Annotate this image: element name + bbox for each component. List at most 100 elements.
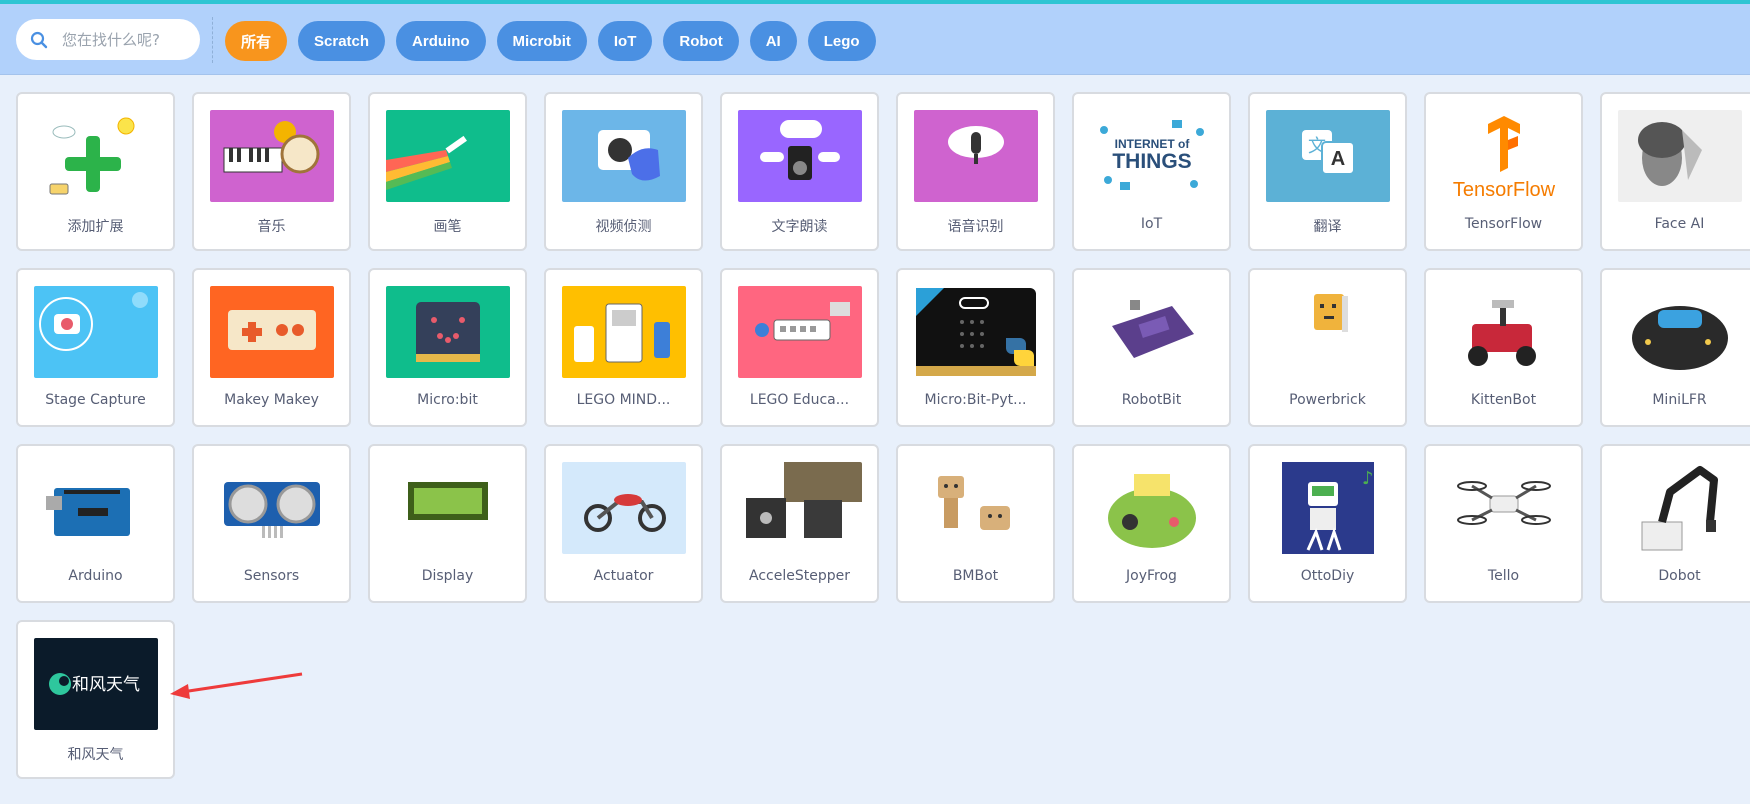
tag-robot[interactable]: Robot xyxy=(663,21,739,61)
svg-text:THINGS: THINGS xyxy=(1112,150,1191,173)
extension-label: Dobot xyxy=(1658,568,1701,584)
extension-label: 语音识别 xyxy=(947,219,1004,235)
kittenbot-icon xyxy=(1442,286,1566,378)
minilfr-icon xyxy=(1618,286,1742,378)
extension-label: 添加扩展 xyxy=(67,219,124,235)
extension-label: LEGO MIND... xyxy=(576,392,671,408)
tag-scratch[interactable]: Scratch xyxy=(298,21,386,61)
extension-label: Actuator xyxy=(593,568,654,584)
extension-label: Display xyxy=(421,568,474,584)
extension-label: Tello xyxy=(1487,568,1520,584)
extension-card[interactable]: LEGO MIND... xyxy=(544,268,703,427)
extension-label: KittenBot xyxy=(1470,392,1537,408)
svg-text:A: A xyxy=(1331,148,1345,170)
extension-card[interactable]: MiniLFR xyxy=(1600,268,1750,427)
extension-card[interactable]: Tello xyxy=(1424,444,1583,603)
extension-card[interactable]: 语音识别 xyxy=(896,92,1055,251)
extension-card[interactable]: Micro:bit xyxy=(368,268,527,427)
internet-of-things-icon: INTERNET of THINGS xyxy=(1090,110,1214,202)
speech-recognition-icon xyxy=(914,110,1038,202)
svg-text:♪: ♪ xyxy=(1362,468,1374,489)
tag-microbit[interactable]: Microbit xyxy=(496,21,587,61)
extension-label: RobotBit xyxy=(1121,392,1182,408)
drone-icon xyxy=(1442,462,1566,554)
arduino-board-icon xyxy=(34,462,158,554)
extension-card[interactable]: 音乐 xyxy=(192,92,351,251)
search-input[interactable] xyxy=(62,30,182,49)
extension-label: IoT xyxy=(1140,216,1163,232)
extension-card[interactable]: Actuator xyxy=(544,444,703,603)
extension-card[interactable]: TensorFlow TensorFlow xyxy=(1424,92,1583,251)
tag-all[interactable]: 所有 xyxy=(225,21,288,61)
extension-card[interactable]: JoyFrog xyxy=(1072,444,1231,603)
category-tags: 所有 Scratch Arduino Microbit IoT Robot AI… xyxy=(225,21,876,61)
extension-card[interactable]: Face AI xyxy=(1600,92,1750,251)
extension-card[interactable]: RobotBit xyxy=(1072,268,1231,427)
extension-card[interactable]: Display xyxy=(368,444,527,603)
extension-card[interactable]: 文字朗读 xyxy=(720,92,879,251)
extension-label: Powerbrick xyxy=(1289,392,1366,408)
extension-card[interactable]: Arduino xyxy=(16,444,175,603)
extension-card[interactable]: AcceleStepper xyxy=(720,444,879,603)
extension-label: Face AI xyxy=(1654,216,1705,232)
translate-icon: 文 A xyxy=(1266,110,1390,202)
bmbot-icon xyxy=(914,462,1038,554)
extension-label: OttoDiy xyxy=(1300,568,1355,584)
makey-makey-icon xyxy=(210,286,334,378)
extension-label: 视频侦测 xyxy=(595,219,652,235)
stepper-motor-icon xyxy=(738,462,862,554)
tag-ai[interactable]: AI xyxy=(749,21,797,61)
extension-card[interactable]: 添加扩展 xyxy=(16,92,175,251)
extension-card[interactable]: LEGO Educa... xyxy=(720,268,879,427)
qweather-logo-icon: 和风天气 xyxy=(34,638,158,730)
toolbar-divider xyxy=(212,17,213,63)
svg-text:和风天气: 和风天气 xyxy=(72,675,140,695)
stage-capture-icon xyxy=(34,286,158,378)
powerbrick-icon xyxy=(1266,286,1390,378)
extension-label: Sensors xyxy=(243,568,300,584)
extension-card[interactable]: 视频侦测 xyxy=(544,92,703,251)
extension-card[interactable]: BMBot xyxy=(896,444,1055,603)
microbit-icon xyxy=(386,286,510,378)
extension-label: LEGO Educa... xyxy=(749,392,850,408)
extension-label: AcceleStepper xyxy=(749,568,850,584)
robot-arm-icon xyxy=(1618,462,1742,554)
search-box[interactable] xyxy=(16,19,200,60)
search-icon xyxy=(30,31,48,48)
extension-label: Stage Capture xyxy=(45,392,146,408)
extension-label: TensorFlow xyxy=(1464,216,1543,232)
microbit-python-icon xyxy=(914,286,1038,378)
svg-text:TensorFlow: TensorFlow xyxy=(1453,179,1556,201)
extension-card[interactable]: Micro:Bit-Pyt... xyxy=(896,268,1055,427)
extension-card[interactable]: Makey Makey xyxy=(192,268,351,427)
lego-education-icon xyxy=(738,286,862,378)
extension-card[interactable]: Dobot xyxy=(1600,444,1750,603)
tag-iot[interactable]: IoT xyxy=(597,21,653,61)
tag-lego[interactable]: Lego xyxy=(807,21,876,61)
ultrasonic-sensor-icon xyxy=(210,462,334,554)
extension-label: Arduino xyxy=(68,568,123,584)
extension-card[interactable]: 画笔 xyxy=(368,92,527,251)
extension-label: JoyFrog xyxy=(1126,568,1177,584)
extension-label: MiniLFR xyxy=(1652,392,1707,408)
add-extension-icon xyxy=(34,110,158,202)
extension-card[interactable]: 文 A 翻译 xyxy=(1248,92,1407,251)
pen-icon xyxy=(386,110,510,202)
extension-card[interactable]: Sensors xyxy=(192,444,351,603)
extension-card[interactable]: 和风天气 和风天气 xyxy=(16,620,175,779)
extension-label: 画笔 xyxy=(433,219,462,235)
music-icon xyxy=(210,110,334,202)
annotation-arrow xyxy=(170,672,303,699)
tag-arduino[interactable]: Arduino xyxy=(396,21,486,61)
ottodiy-icon: ♪ xyxy=(1266,462,1390,554)
extension-card[interactable]: Powerbrick xyxy=(1248,268,1407,427)
extension-card[interactable]: INTERNET of THINGS IoT xyxy=(1072,92,1231,251)
header-toolbar: 所有 Scratch Arduino Microbit IoT Robot AI… xyxy=(0,4,1750,75)
lego-mindstorms-icon xyxy=(562,286,686,378)
extension-card[interactable]: KittenBot xyxy=(1424,268,1583,427)
extension-card[interactable]: Stage Capture xyxy=(16,268,175,427)
joyfrog-icon xyxy=(1090,462,1214,554)
extension-label: Makey Makey xyxy=(224,392,319,408)
motorcycle-icon xyxy=(562,462,686,554)
extension-card[interactable]: ♪ OttoDiy xyxy=(1248,444,1407,603)
